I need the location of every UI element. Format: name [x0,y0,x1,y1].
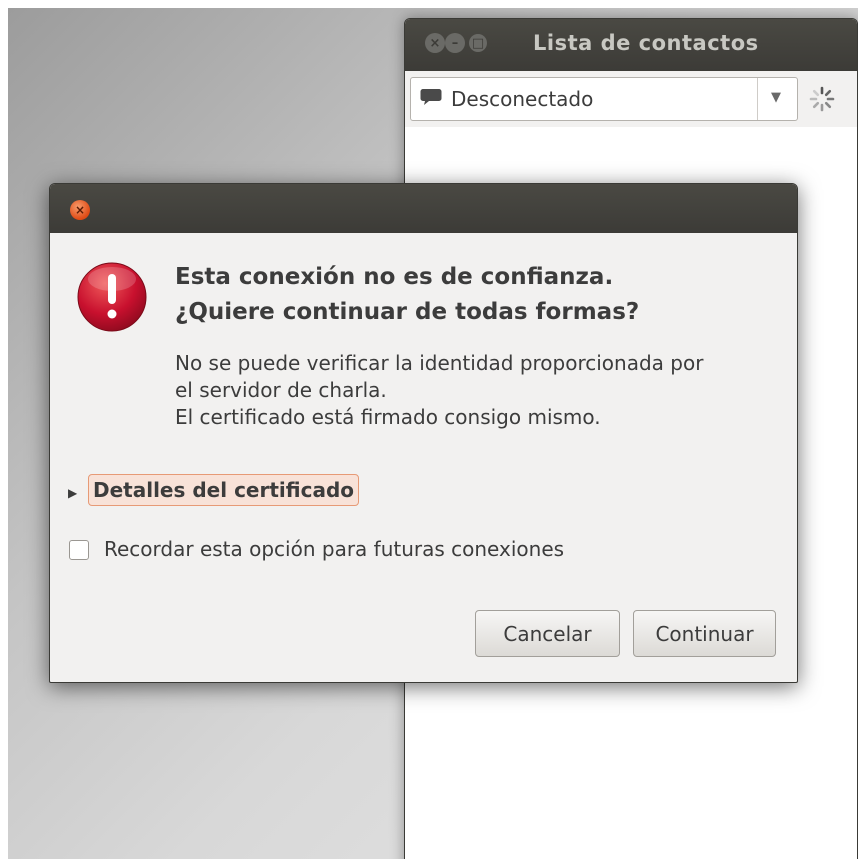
cancel-button[interactable]: Cancelar [475,610,620,657]
contacts-titlebar: × – □ Lista de contactos [405,19,857,71]
close-icon[interactable]: × [70,200,90,220]
desktop-background: × – □ Lista de contactos Desconectado ▼ [8,8,858,859]
dropdown-divider [757,78,758,120]
maximize-icon[interactable]: □ [469,34,487,52]
dialog-titlebar: × [50,184,797,233]
certificate-details-expander[interactable]: Detalles del certificado [88,474,359,506]
dialog-message: No se puede verificar la identidad propo… [175,350,790,431]
remember-choice-label[interactable]: Recordar esta opción para futuras conexi… [104,537,564,561]
continue-button[interactable]: Continuar [633,610,776,657]
remember-choice-checkbox[interactable] [69,540,89,560]
status-value: Desconectado [451,87,594,111]
window-title: Lista de contactos [533,31,759,55]
status-row: Desconectado ▼ [405,71,857,127]
heading-line-1: Esta conexión no es de confianza. [175,264,614,290]
spinner-icon [809,86,835,112]
message-line-3: El certificado está firmado consigo mism… [175,405,601,429]
presence-status-dropdown[interactable]: Desconectado ▼ [410,77,798,121]
message-line-2: el servidor de charla. [175,378,387,402]
message-line-1: No se puede verificar la identidad propo… [175,351,704,375]
heading-line-2: ¿Quiere continuar de todas formas? [175,299,640,325]
dialog-heading: Esta conexión no es de confianza. ¿Quier… [175,260,785,330]
certificate-warning-dialog: × Esta conexión no es de confianza. ¿Qui… [49,183,798,683]
speech-bubble-icon [420,89,442,105]
chevron-down-icon[interactable]: ▼ [771,90,781,105]
warning-icon [77,262,147,332]
close-icon[interactable]: × [425,33,445,53]
minimize-icon[interactable]: – [445,33,465,53]
expander-arrow-icon[interactable]: ▶ [68,486,77,500]
